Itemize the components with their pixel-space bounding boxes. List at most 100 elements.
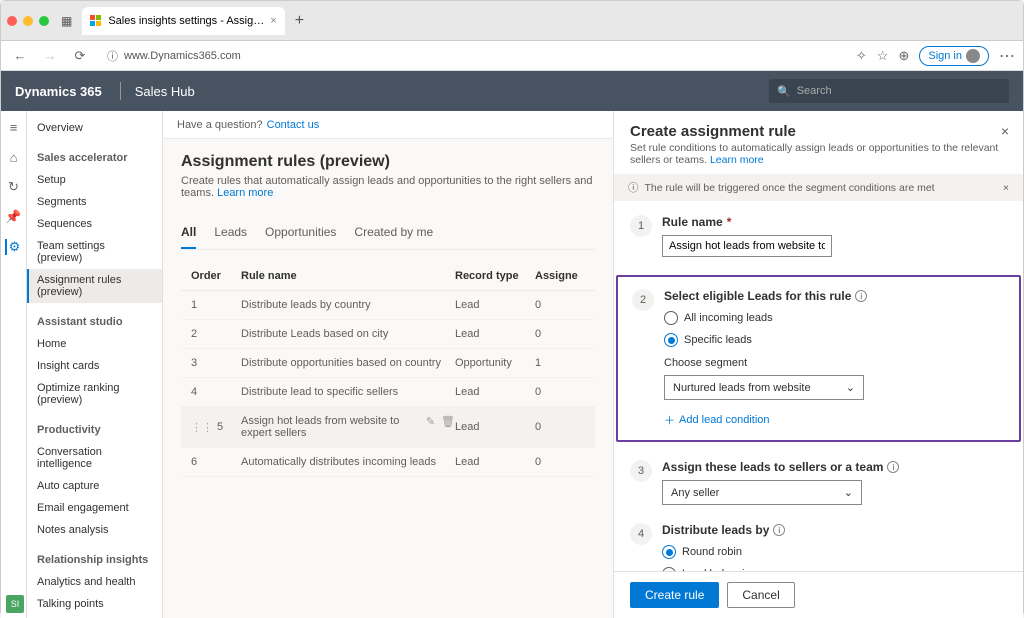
assign-select[interactable]: Any seller⌄ xyxy=(662,480,862,505)
avatar-icon xyxy=(966,49,980,63)
close-window[interactable] xyxy=(7,16,17,26)
help-bar: Have a question? Contact us xyxy=(163,111,613,139)
learn-more-link[interactable]: Learn more xyxy=(217,187,273,199)
url-text: www.Dynamics365.com xyxy=(124,50,241,62)
tab-all[interactable]: All xyxy=(181,217,196,249)
app-name[interactable]: Sales Hub xyxy=(135,84,195,99)
step-rule-name: 1 Rule name * xyxy=(630,215,1007,257)
panel-learn-more[interactable]: Learn more xyxy=(710,154,764,166)
nav-assignment-rules-preview-[interactable]: Assignment rules (preview) xyxy=(27,269,162,303)
new-tab-button[interactable]: + xyxy=(289,12,310,30)
main-content: Have a question? Contact us Assignment r… xyxy=(163,111,613,618)
nav-email-engagement[interactable]: Email engagement xyxy=(27,497,162,519)
nav-optimize-ranking-preview-[interactable]: Optimize ranking (preview) xyxy=(27,377,162,411)
sign-in-button[interactable]: Sign in xyxy=(919,46,989,66)
nav-setup[interactable]: Setup xyxy=(27,169,162,191)
table-row[interactable]: 1Distribute leads by countryLead0 xyxy=(181,291,595,320)
cancel-button[interactable]: Cancel xyxy=(727,582,794,608)
nav-home[interactable]: Home xyxy=(27,333,162,355)
back-button[interactable]: ← xyxy=(9,45,31,67)
minimize-window[interactable] xyxy=(23,16,33,26)
collections-icon[interactable]: ⊕ xyxy=(898,48,909,64)
delete-icon[interactable]: 🗑 xyxy=(441,415,455,439)
refresh-button[interactable]: ⟳ xyxy=(69,45,91,67)
table-row[interactable]: 6Automatically distributes incoming lead… xyxy=(181,448,595,477)
tracking-icon[interactable]: ✧ xyxy=(856,48,867,64)
more-icon[interactable]: ⋯ xyxy=(999,46,1015,66)
menu-icon[interactable]: ≡ xyxy=(6,119,22,135)
forward-button[interactable]: → xyxy=(39,45,61,67)
recent-icon[interactable]: ↻ xyxy=(6,179,22,195)
drag-icon[interactable]: ⋮⋮ xyxy=(191,421,213,434)
info-icon: ⓘ xyxy=(628,180,639,195)
step-assign-to: 3 Assign these leads to sellers or a tea… xyxy=(630,460,1007,505)
radio-specific-leads[interactable]: Specific leads xyxy=(664,333,1005,347)
info-icon[interactable]: i xyxy=(855,290,867,302)
panel-subtitle: Set rule conditions to automatically ass… xyxy=(630,142,1007,166)
step-distribute: 4 Distribute leads by i Round robin Load… xyxy=(630,523,1007,571)
search-icon: 🔍 xyxy=(777,85,791,98)
rule-name-input[interactable] xyxy=(662,235,832,257)
nav-auto-capture[interactable]: Auto capture xyxy=(27,475,162,497)
table-row[interactable]: 2Distribute Leads based on cityLead0 xyxy=(181,320,595,349)
home-icon[interactable]: ⌂ xyxy=(6,149,22,165)
chevron-down-icon: ⌄ xyxy=(844,486,853,499)
nav-conversation-intelligence[interactable]: Conversation intelligence xyxy=(27,441,162,475)
panel-title: Create assignment rule xyxy=(630,123,1007,140)
nav-talking-points[interactable]: Talking points xyxy=(27,593,162,615)
segment-select[interactable]: Nurtured leads from website⌄ xyxy=(664,375,864,400)
table-row[interactable]: ⋮⋮5Assign hot leads from website to expe… xyxy=(181,407,595,448)
area-switcher[interactable]: SI xyxy=(6,595,24,613)
tabs: All Leads Opportunities Created by me xyxy=(181,217,595,250)
favorite-icon[interactable]: ☆ xyxy=(877,48,889,64)
table-header: Order Rule name Record type Assigne xyxy=(181,262,595,291)
icon-rail: ≡ ⌂ ↻ 📌 ⚙ xyxy=(1,111,27,618)
tab-created-by-me[interactable]: Created by me xyxy=(354,217,433,249)
nav-insight-cards[interactable]: Insight cards xyxy=(27,355,162,377)
create-rule-panel: × Create assignment rule Set rule condit… xyxy=(613,111,1023,618)
create-rule-button[interactable]: Create rule xyxy=(630,582,719,608)
page-title: Assignment rules (preview) xyxy=(181,153,595,171)
radio-all-leads[interactable]: All incoming leads xyxy=(664,311,1005,325)
browser-toolbar: ← → ⟳ ⓘ www.Dynamics365.com ✧ ☆ ⊕ Sign i… xyxy=(1,41,1023,71)
browser-tab-strip: ▦ Sales insights settings - Assig… × + xyxy=(1,1,1023,41)
app-header: Dynamics 365 Sales Hub 🔍 Search xyxy=(1,71,1023,111)
browser-tab[interactable]: Sales insights settings - Assig… × xyxy=(82,7,284,35)
address-bar[interactable]: ⓘ www.Dynamics365.com xyxy=(99,48,848,64)
settings-icon[interactable]: ⚙ xyxy=(5,239,21,255)
tab-leads[interactable]: Leads xyxy=(214,217,247,249)
tab-title: Sales insights settings - Assig… xyxy=(108,15,264,27)
info-bar: ⓘ The rule will be triggered once the se… xyxy=(614,174,1023,201)
close-panel-icon[interactable]: × xyxy=(1001,123,1009,139)
side-nav: Overview Sales acceleratorSetupSegmentsSe… xyxy=(27,111,163,618)
info-icon[interactable]: i xyxy=(773,524,785,536)
nav-sales-accelerator: Sales accelerator xyxy=(27,147,162,169)
favicon xyxy=(90,15,102,27)
product-brand[interactable]: Dynamics 365 xyxy=(15,84,102,99)
app-switcher-icon[interactable]: ▦ xyxy=(61,14,72,28)
pin-icon[interactable]: 📌 xyxy=(6,209,22,225)
table-row[interactable]: 4Distribute lead to specific sellersLead… xyxy=(181,378,595,407)
dismiss-info-icon[interactable]: × xyxy=(1003,182,1009,194)
edit-icon[interactable]: ✎ xyxy=(426,415,435,439)
panel-footer: Create rule Cancel xyxy=(614,571,1023,618)
nav-overview[interactable]: Overview xyxy=(27,117,162,139)
nav-notes-analysis[interactable]: Notes analysis xyxy=(27,519,162,541)
site-info-icon[interactable]: ⓘ xyxy=(107,48,118,64)
nav-sequences[interactable]: Sequences xyxy=(27,213,162,235)
radio-round-robin[interactable]: Round robin xyxy=(662,545,1007,559)
maximize-window[interactable] xyxy=(39,16,49,26)
window-controls xyxy=(7,16,49,26)
close-tab-icon[interactable]: × xyxy=(270,15,276,27)
table-row[interactable]: 3Distribute opportunities based on count… xyxy=(181,349,595,378)
page-subtitle: Create rules that automatically assign l… xyxy=(181,175,595,199)
info-icon[interactable]: i xyxy=(887,461,899,473)
tab-opportunities[interactable]: Opportunities xyxy=(265,217,336,249)
global-search[interactable]: 🔍 Search xyxy=(769,79,1009,103)
nav-team-settings-preview-[interactable]: Team settings (preview) xyxy=(27,235,162,269)
add-condition-link[interactable]: ＋Add lead condition xyxy=(664,412,1005,428)
nav-segments[interactable]: Segments xyxy=(27,191,162,213)
plus-icon: ＋ xyxy=(664,412,675,428)
contact-link[interactable]: Contact us xyxy=(267,119,320,131)
nav-analytics-and-health[interactable]: Analytics and health xyxy=(27,571,162,593)
